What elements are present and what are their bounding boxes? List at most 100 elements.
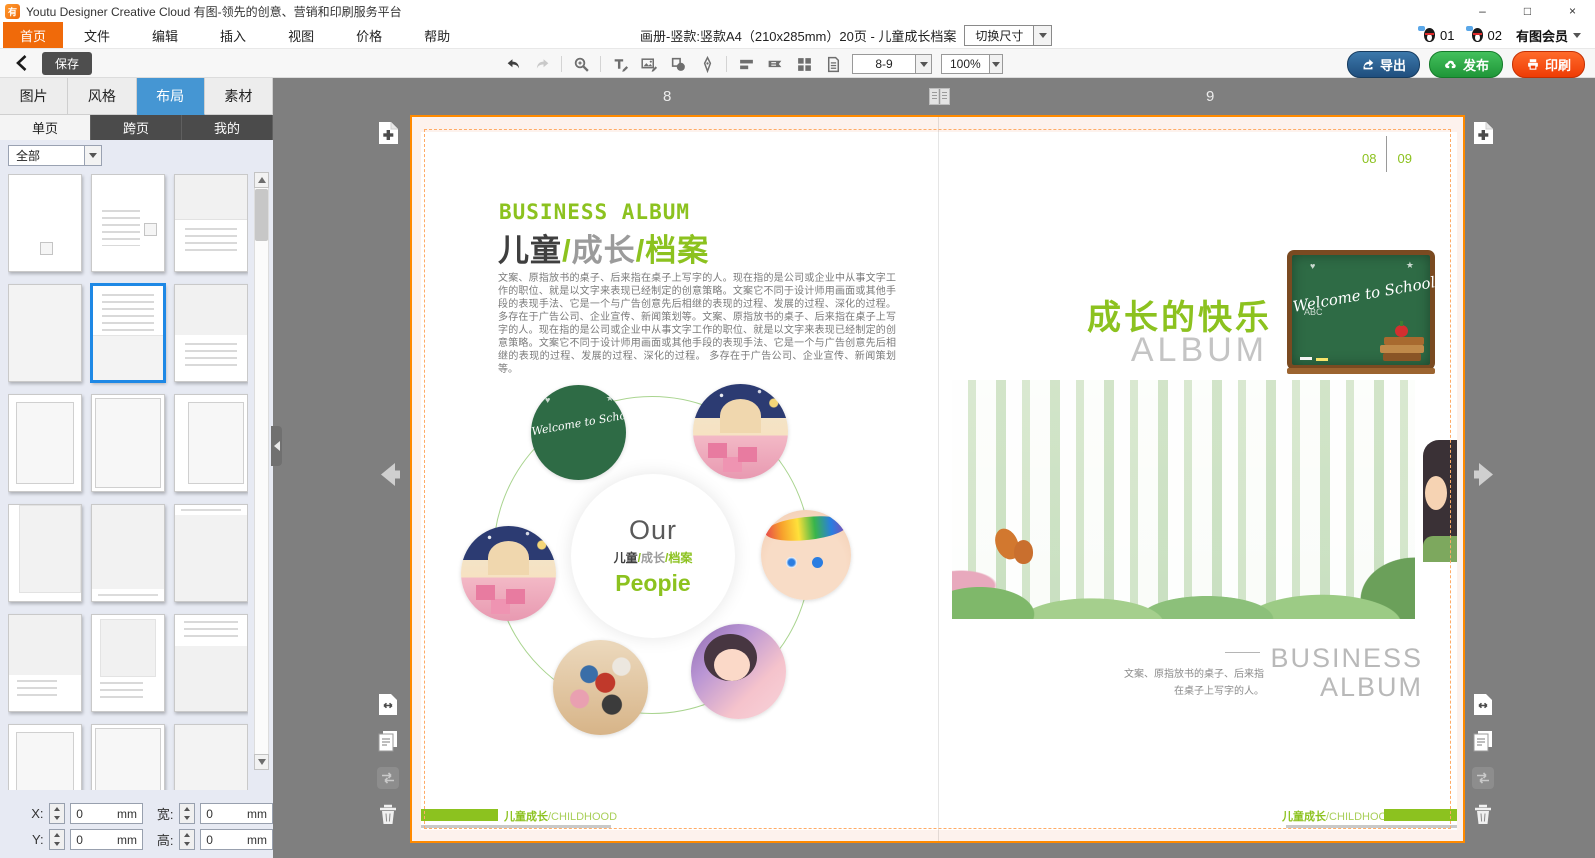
layout-thumbnail-box-left[interactable] — [8, 504, 82, 602]
resize-page-icon[interactable] — [377, 693, 399, 715]
y-field[interactable]: 0mm — [70, 829, 143, 850]
left-page[interactable]: BUSINESS ALBUM 儿童/成长/档案 文案、原指放书的桌子、后来指在桌… — [421, 132, 938, 830]
save-button[interactable]: 保存 — [42, 52, 92, 75]
redo-icon[interactable] — [532, 54, 552, 74]
layout-thumbnail-box-topline[interactable] — [174, 504, 248, 602]
sidebar-tab-styles[interactable]: 风格 — [68, 78, 136, 115]
layout-thumbnail-frame-right[interactable] — [174, 394, 248, 492]
girl-illustration[interactable] — [1423, 440, 1457, 562]
layout-thumbnail-graytop-lines[interactable] — [174, 174, 248, 272]
menu-item-help[interactable]: 帮助 — [403, 22, 471, 48]
swap-page-icon[interactable] — [377, 767, 399, 789]
zoom-select-icon[interactable] — [571, 54, 591, 74]
sidebar-collapse-handle[interactable] — [271, 426, 282, 466]
single-page-view-icon[interactable] — [823, 54, 843, 74]
canvas[interactable]: 8 9 — [273, 78, 1595, 858]
forest-image[interactable] — [952, 380, 1415, 619]
page-range-dropdown[interactable]: 8-9 — [852, 54, 932, 74]
photo-classroom[interactable] — [693, 384, 788, 479]
swap-page-icon[interactable] — [1472, 767, 1494, 789]
layout-thumbnail-lines-graybox[interactable] — [174, 614, 248, 712]
y-stepper[interactable] — [49, 829, 66, 850]
width-field[interactable]: 0mm — [200, 803, 273, 824]
zoom-level-dropdown[interactable]: 100% — [941, 54, 1003, 74]
left-page-body-text[interactable]: 文案、原指放书的桌子、后来指在桌子上写字的人。现在指的是公司或企业中从事文字工作… — [498, 272, 896, 376]
menu-item-view[interactable]: 视图 — [267, 22, 335, 48]
grid-view-icon[interactable] — [794, 54, 814, 74]
align-icon[interactable] — [736, 54, 756, 74]
resize-page-icon[interactable] — [1472, 693, 1494, 715]
layout-thumbnail-frame[interactable] — [8, 724, 82, 790]
previous-spread-arrow[interactable] — [377, 461, 402, 493]
layout-thumbnail-blank-sq[interactable] — [8, 174, 82, 272]
tag-icon[interactable] — [765, 54, 785, 74]
layout-thumbnail-lines-sq[interactable] — [91, 174, 165, 272]
shape-icon[interactable] — [668, 54, 688, 74]
right-page[interactable]: 08 09 成长的快乐 ALBUM ♥★ ABC Welcome to Scho… — [938, 132, 1457, 830]
edit-text-icon[interactable] — [610, 54, 630, 74]
layout-thumbnail-gray[interactable] — [174, 724, 248, 790]
spread-view-icon[interactable] — [929, 88, 950, 110]
height-field[interactable]: 0mm — [200, 829, 273, 850]
blackboard-image[interactable]: ♥★ ABC Welcome to School — [1287, 250, 1435, 370]
menu-item-edit[interactable]: 编辑 — [131, 22, 199, 48]
next-spread-arrow[interactable] — [1472, 461, 1497, 493]
x-stepper[interactable] — [49, 803, 66, 824]
copy-page-icon[interactable] — [377, 730, 399, 752]
right-page-caption[interactable]: 文案、原指放书的桌子、后来指在桌子上写字的人。 — [1124, 666, 1264, 700]
photo-boy-facepaint[interactable] — [761, 510, 851, 600]
layout-thumbnail-gray[interactable] — [8, 284, 82, 382]
photo-classroom[interactable] — [461, 526, 556, 621]
delete-page-icon[interactable] — [1472, 804, 1494, 826]
publish-button[interactable]: 发布 — [1429, 51, 1503, 78]
sidebar-tab-assets[interactable]: 素材 — [205, 78, 273, 115]
back-button[interactable] — [0, 55, 42, 71]
minimize-button[interactable]: – — [1460, 0, 1505, 22]
copy-page-icon[interactable] — [1472, 730, 1494, 752]
spread[interactable]: BUSINESS ALBUM 儿童/成长/档案 文案、原指放书的桌子、后来指在桌… — [410, 115, 1465, 843]
scroll-up-button[interactable] — [254, 172, 269, 188]
layout-thumbnail-graybox-lines[interactable] — [8, 614, 82, 712]
photo-cartoon-girl[interactable] — [691, 624, 786, 719]
category-filter-dropdown[interactable]: 全部 — [8, 145, 102, 166]
qq-account-1[interactable]: 01 — [1421, 27, 1454, 43]
layout-thumbnail-graytop-lines2[interactable] — [174, 284, 248, 382]
sidebar-tab-images[interactable]: 图片 — [0, 78, 68, 115]
left-page-title[interactable]: 儿童/成长/档案 — [498, 225, 709, 270]
menu-item-file[interactable]: 文件 — [63, 22, 131, 48]
sidebar-subtab-single-page[interactable]: 单页 — [0, 115, 91, 140]
right-page-big-text[interactable]: BUSINESSALBUM — [1270, 644, 1423, 702]
menu-item-price[interactable]: 价格 — [335, 22, 403, 48]
edit-image-icon[interactable] — [639, 54, 659, 74]
switch-size-dropdown[interactable]: 切换尺寸 — [964, 25, 1052, 46]
layout-thumbnail-box-lines[interactable] — [91, 614, 165, 712]
add-page-right-button[interactable] — [1473, 121, 1494, 150]
layout-thumbnail-frame-lg[interactable] — [91, 724, 165, 790]
scrollbar-track[interactable] — [254, 188, 269, 754]
undo-icon[interactable] — [503, 54, 523, 74]
right-page-footer[interactable]: 儿童成长/CHILDHOOD — [1282, 808, 1395, 824]
add-page-left-button[interactable] — [378, 121, 399, 150]
scrollbar-thumb[interactable] — [255, 189, 268, 241]
layout-thumbnail-frame[interactable] — [8, 394, 82, 492]
x-field[interactable]: 0mm — [70, 803, 143, 824]
photo-blackboard[interactable]: ♥★ Welcome to School — [531, 385, 626, 480]
close-button[interactable]: × — [1550, 0, 1595, 22]
layout-thumbnail-frame-lg[interactable] — [91, 394, 165, 492]
menu-item-insert[interactable]: 插入 — [199, 22, 267, 48]
maximize-button[interactable]: □ — [1505, 0, 1550, 22]
photo-kids-group[interactable] — [553, 640, 648, 735]
export-button[interactable]: 导出 — [1347, 51, 1420, 78]
print-button[interactable]: 印刷 — [1512, 51, 1585, 78]
layout-thumbnail-box-bottomline[interactable] — [91, 504, 165, 602]
menu-item-home[interactable]: 首页 — [3, 22, 63, 48]
height-stepper[interactable] — [179, 829, 196, 850]
center-circle[interactable]: Our 儿童/成长/档案 Peopie — [571, 474, 735, 638]
member-dropdown[interactable]: 有图会员 — [1516, 26, 1581, 45]
pen-icon[interactable] — [697, 54, 717, 74]
left-page-eyebrow[interactable]: BUSINESS ALBUM — [499, 200, 690, 224]
sidebar-subtab-spread[interactable]: 跨页 — [91, 115, 182, 140]
right-page-title-en[interactable]: ALBUM — [1131, 331, 1268, 370]
qq-account-2[interactable]: 02 — [1469, 27, 1502, 43]
layout-thumbnail-lines-top[interactable] — [91, 284, 165, 382]
